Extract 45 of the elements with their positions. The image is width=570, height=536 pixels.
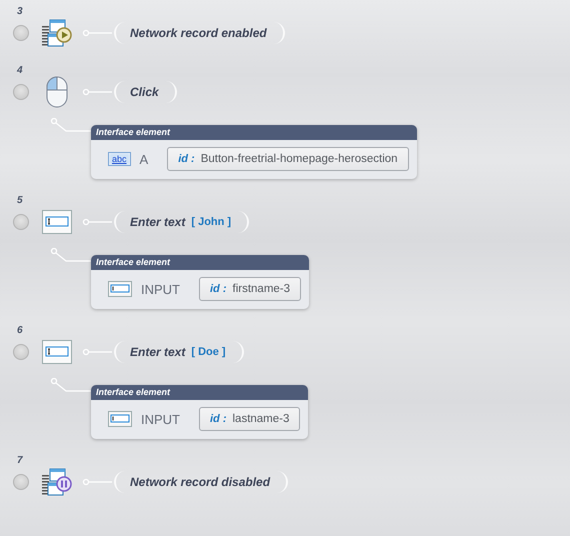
connector-line bbox=[82, 348, 112, 356]
mouse-icon bbox=[45, 76, 69, 108]
step-number: 6 bbox=[17, 325, 24, 336]
link-icon: abc bbox=[108, 152, 131, 166]
element-tag: INPUT bbox=[141, 412, 180, 426]
element-tag: A bbox=[140, 152, 148, 166]
card-header: Interface element bbox=[91, 125, 417, 140]
leader-line bbox=[50, 118, 91, 133]
id-label: id : bbox=[178, 153, 195, 165]
step-status-dot bbox=[13, 214, 29, 230]
leader-line bbox=[50, 248, 91, 263]
id-value: firstname-3 bbox=[232, 283, 290, 295]
network-play-icon bbox=[42, 18, 72, 48]
id-label: id : bbox=[210, 283, 226, 295]
connector-line bbox=[82, 88, 112, 96]
step-status-dot bbox=[13, 344, 29, 360]
network-pause-icon bbox=[42, 467, 72, 497]
step-title: Click bbox=[130, 85, 159, 99]
step-title: Enter text bbox=[130, 215, 186, 229]
text-field-icon bbox=[108, 281, 132, 297]
step-number: 5 bbox=[17, 195, 24, 206]
step-status-dot bbox=[13, 25, 29, 41]
connector-line bbox=[82, 478, 112, 486]
leader-line bbox=[50, 378, 91, 393]
step-title: Network record disabled bbox=[130, 475, 270, 489]
element-tag: INPUT bbox=[141, 282, 180, 296]
connector-line bbox=[82, 218, 112, 226]
id-label: id : bbox=[210, 413, 226, 425]
text-field-icon bbox=[42, 340, 72, 364]
step-title: Enter text bbox=[130, 345, 186, 359]
step-value: [ John ] bbox=[191, 216, 232, 228]
text-field-icon bbox=[108, 411, 132, 427]
card-header: Interface element bbox=[91, 385, 308, 400]
id-value: Button-freetrial-homepage-herosection bbox=[200, 153, 398, 165]
step-status-dot bbox=[13, 84, 29, 100]
step-number: 4 bbox=[17, 65, 24, 76]
card-header: Interface element bbox=[91, 255, 310, 270]
id-value: lastname-3 bbox=[232, 413, 290, 425]
connector-line bbox=[82, 29, 112, 37]
step-number: 3 bbox=[17, 6, 24, 17]
step-title: Network record enabled bbox=[130, 26, 267, 40]
text-field-icon bbox=[42, 210, 72, 234]
step-number: 7 bbox=[17, 455, 24, 466]
step-value: [ Doe ] bbox=[191, 346, 226, 358]
step-status-dot bbox=[13, 474, 29, 490]
